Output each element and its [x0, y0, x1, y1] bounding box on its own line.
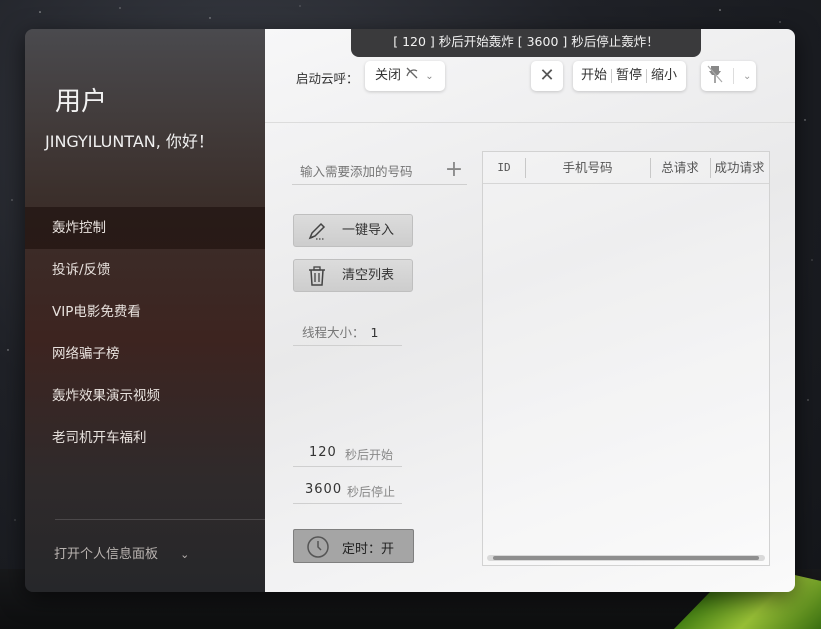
chevron-down-icon: ⌄	[180, 548, 190, 561]
thread-size-value: 1	[370, 325, 379, 340]
column-header-success-requests[interactable]: 成功请求	[710, 152, 769, 184]
clear-list-button[interactable]: 清空列表	[293, 259, 413, 292]
start-suffix: 秒后开始	[345, 448, 394, 462]
cloud-call-select[interactable]: 关闭 ⌄	[365, 61, 445, 91]
phone-number-input[interactable]	[292, 158, 467, 185]
clock-icon	[306, 535, 330, 559]
sidebar-item-demo-video[interactable]: 轰炸效果演示视频	[25, 375, 265, 417]
chevron-down-icon: ⌄	[425, 71, 434, 82]
close-button[interactable]: ✕	[531, 61, 563, 91]
thread-size-field[interactable]: 线程大小： 1	[302, 322, 378, 341]
minimize-button[interactable]: 缩小	[647, 61, 681, 91]
user-greeting: JINGYILUNTAN, 你好！	[45, 132, 214, 151]
column-header-total-requests[interactable]: 总请求	[650, 152, 710, 184]
one-click-import-button[interactable]: 一键导入	[293, 214, 413, 247]
stop-seconds-value: 3600	[305, 482, 343, 497]
sidebar-item-welfare[interactable]: 老司机开车福利	[25, 417, 265, 459]
scrollbar-thumb[interactable]	[493, 556, 759, 560]
chevron-down-icon[interactable]: ⌄	[743, 71, 751, 82]
sidebar-nav: 轰炸控制 投诉/反馈 VIP电影免费看 网络骗子榜 轰炸效果演示视频 老司机开车…	[25, 207, 265, 459]
thread-underline	[293, 345, 402, 346]
app-window: 用户 JINGYILUNTAN, 你好！ 轰炸控制 投诉/反馈 VIP电影免费看…	[25, 29, 795, 592]
pause-button[interactable]: 暂停	[612, 61, 646, 91]
cloud-call-label: 启动云呼：	[296, 71, 359, 86]
sidebar-divider	[55, 519, 265, 520]
thread-size-label: 线程大小：	[302, 325, 365, 340]
schedule-label: 定时：开	[342, 542, 395, 557]
horizontal-scrollbar[interactable]	[487, 555, 765, 561]
trash-icon	[306, 265, 328, 287]
toolbar-divider	[265, 122, 795, 123]
phone-number-table: ID 手机号码 总请求 成功请求	[482, 151, 770, 566]
sidebar-item-bomb-control[interactable]: 轰炸控制	[25, 207, 265, 249]
close-icon: ✕	[539, 65, 555, 86]
add-number-plus-icon[interactable]: +	[443, 157, 465, 185]
schedule-toggle-button[interactable]: 定时：开	[293, 529, 414, 563]
phone-off-icon	[405, 67, 423, 83]
divider	[732, 68, 734, 84]
stop-suffix: 秒后停止	[347, 485, 396, 499]
clear-label: 清空列表	[342, 268, 395, 283]
sidebar-title: 用户	[55, 87, 108, 117]
start-seconds-value: 120	[309, 445, 337, 460]
column-header-id[interactable]: ID	[483, 152, 525, 184]
column-header-phone[interactable]: 手机号码	[525, 152, 650, 184]
pin-button-group: ⌄	[701, 61, 756, 91]
open-profile-panel-button[interactable]: 打开个人信息面板 ⌄	[54, 543, 189, 562]
pencil-icon	[306, 220, 328, 242]
import-label: 一键导入	[342, 223, 395, 238]
main-panel: [ 120 ] 秒后开始轰炸 [ 3600 ] 秒后停止轰炸！ 启动云呼： 关闭…	[265, 29, 795, 592]
pin-icon[interactable]	[706, 64, 724, 88]
cloud-call-value: 关闭	[375, 68, 402, 83]
table-header: ID 手机号码 总请求 成功请求	[483, 152, 769, 184]
sidebar-item-scammer-list[interactable]: 网络骗子榜	[25, 333, 265, 375]
sidebar-item-complaint-feedback[interactable]: 投诉/反馈	[25, 249, 265, 291]
profile-panel-label: 打开个人信息面板	[54, 547, 159, 562]
sidebar-item-vip-movies[interactable]: VIP电影免费看	[25, 291, 265, 333]
start-button[interactable]: 开始	[577, 61, 611, 91]
stop-delay-field[interactable]: 3600 秒后停止	[293, 476, 402, 504]
sidebar: 用户 JINGYILUNTAN, 你好！ 轰炸控制 投诉/反馈 VIP电影免费看…	[25, 29, 265, 592]
control-button-group: 开始 暂停 缩小	[573, 61, 686, 91]
countdown-banner: [ 120 ] 秒后开始轰炸 [ 3600 ] 秒后停止轰炸！	[351, 29, 701, 57]
start-delay-field[interactable]: 120 秒后开始	[293, 439, 402, 467]
